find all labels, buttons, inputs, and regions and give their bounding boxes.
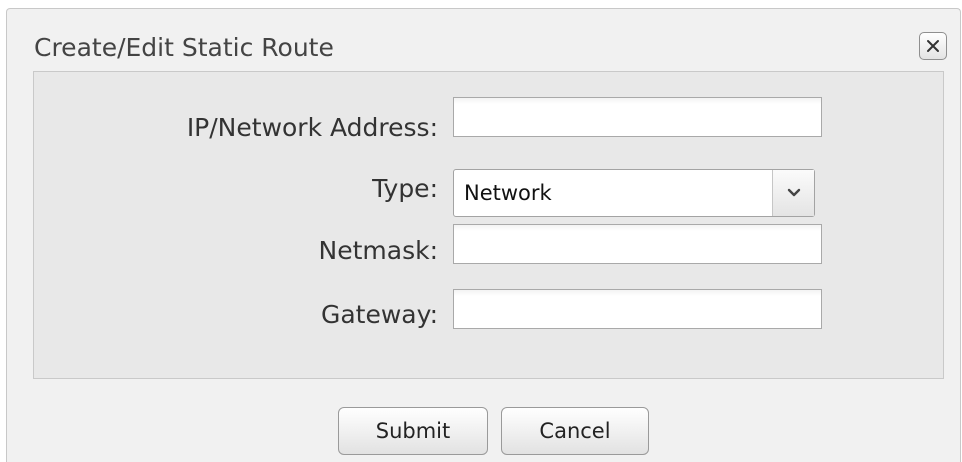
cancel-button[interactable]: Cancel: [501, 407, 649, 455]
close-button[interactable]: [919, 32, 947, 60]
chevron-down-icon: [787, 188, 800, 197]
gateway-input[interactable]: [453, 289, 822, 329]
gateway-label: Gateway:: [320, 300, 438, 329]
ip-address-input[interactable]: [453, 97, 822, 137]
type-label: Type:: [372, 174, 438, 203]
dialog-title: Create/Edit Static Route: [34, 33, 334, 62]
netmask-input[interactable]: [453, 224, 822, 264]
select-arrow-button[interactable]: [772, 170, 814, 216]
submit-button[interactable]: Submit: [338, 407, 488, 455]
netmask-label: Netmask:: [318, 236, 438, 265]
ip-address-label: IP/Network Address:: [186, 113, 438, 142]
close-icon: [927, 40, 939, 52]
static-route-dialog: Create/Edit Static Route IP/Network Addr…: [6, 8, 961, 462]
type-select-value: Network: [464, 181, 552, 205]
type-select[interactable]: Network: [453, 169, 815, 217]
